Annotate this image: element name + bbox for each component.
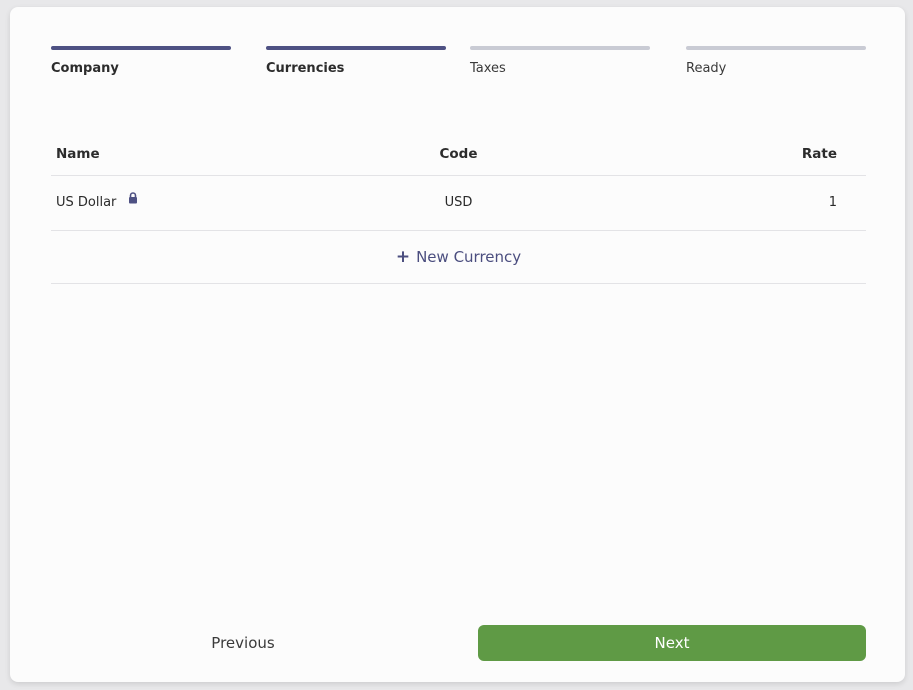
column-header-code: Code: [439, 146, 478, 162]
currencies-table: Name Code Rate US Dollar USD 1 + New Curr…: [51, 137, 866, 284]
lock-icon: [128, 174, 138, 228]
plus-icon: +: [395, 247, 411, 267]
step-ready[interactable]: Ready: [686, 46, 866, 76]
step-currencies[interactable]: Currencies: [266, 46, 446, 76]
step-progress-bar: [686, 46, 866, 50]
currency-rate: 1: [828, 195, 837, 210]
wizard-steps: Company Currencies Taxes Ready: [51, 46, 866, 86]
step-progress-bar: [51, 46, 231, 50]
table-row[interactable]: US Dollar USD 1: [51, 176, 866, 231]
table-header-row: Name Code Rate: [51, 137, 866, 176]
step-progress-bar: [470, 46, 650, 50]
step-label: Currencies: [266, 61, 345, 76]
step-label: Company: [51, 61, 119, 76]
step-progress-bar: [266, 46, 446, 50]
column-header-rate: Rate: [801, 146, 837, 162]
currency-code: USD: [444, 195, 473, 210]
new-currency-button[interactable]: + New Currency: [51, 231, 866, 284]
setup-wizard-card: Company Currencies Taxes Ready Name Code…: [10, 7, 905, 682]
step-taxes[interactable]: Taxes: [470, 46, 650, 76]
column-header-name: Name: [56, 146, 100, 162]
currency-name: US Dollar: [56, 195, 117, 210]
step-label: Ready: [686, 61, 727, 76]
new-currency-label: New Currency: [416, 248, 522, 266]
step-company[interactable]: Company: [51, 46, 231, 76]
step-label: Taxes: [470, 61, 506, 76]
previous-button[interactable]: Previous: [178, 625, 308, 661]
currency-name-cell: US Dollar: [56, 176, 138, 230]
next-button[interactable]: Next: [478, 625, 866, 661]
